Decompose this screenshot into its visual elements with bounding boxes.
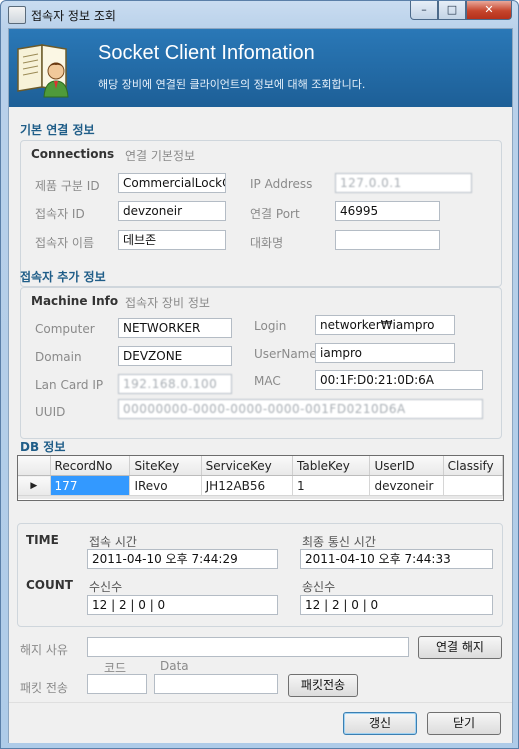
db-grid[interactable]: RecordNo SiteKey ServiceKey TableKey Use…: [17, 455, 504, 501]
port-label: 연결 Port: [250, 207, 300, 221]
table-cell[interactable]: JH12AB56: [201, 475, 294, 496]
column-header[interactable]: UserID: [369, 456, 444, 476]
machine-info-subheading: 접속자 장비 정보: [125, 296, 210, 310]
domain-field[interactable]: DEVZONE: [118, 346, 232, 366]
code-field[interactable]: [87, 674, 147, 694]
user-name-field[interactable]: 데브존: [118, 230, 226, 250]
grid-corner: [18, 456, 51, 476]
header-subtitle: 해당 장비에 연결된 클라이언트의 정보에 대해 조회합니다.: [98, 78, 366, 91]
time-label: TIME: [26, 533, 59, 547]
data-field[interactable]: [154, 674, 278, 694]
uuid-field[interactable]: 00000000-0000-0000-0000-001FD0210D6A: [118, 399, 483, 419]
main-window: 접속자 정보 조회 – □ ✕ Socket Client Infomation…: [0, 0, 519, 749]
nickname-field[interactable]: [335, 230, 440, 250]
user-id-label: 접속자 ID: [35, 207, 85, 221]
connections-group: Connections 연결 기본정보 제품 구분 ID CommercialL…: [20, 140, 502, 287]
header-title: Socket Client Infomation: [98, 42, 315, 64]
last-comm-time-field[interactable]: 2011-04-10 오후 7:44:33: [300, 549, 493, 569]
reason-field[interactable]: [87, 637, 409, 657]
row-selector-icon[interactable]: ▶: [18, 475, 51, 496]
statistics-group: TIME 접속 시간 2011-04-10 오후 7:44:29 최종 통신 시…: [17, 523, 503, 627]
maximize-button[interactable]: □: [438, 1, 466, 20]
column-header[interactable]: RecordNo: [50, 456, 131, 476]
username-label: UserName: [254, 347, 317, 361]
refresh-button[interactable]: 갱신: [343, 712, 417, 735]
nickname-label: 대화명: [250, 236, 284, 250]
count-label: COUNT: [26, 578, 73, 592]
user-book-icon: [17, 44, 69, 98]
header-banner: Socket Client Infomation 해당 장비에 연결된 클라이언…: [9, 29, 512, 107]
machine-info-group: Machine Info 접속자 장비 정보 Computer NETWORKE…: [20, 287, 502, 439]
login-label: Login: [254, 319, 287, 333]
packet-send-label: 패킷 전송: [20, 681, 68, 695]
table-cell[interactable]: [443, 475, 503, 496]
connections-heading: Connections: [31, 147, 115, 161]
recv-count-label: 수신수: [89, 580, 123, 594]
column-header[interactable]: TableKey: [292, 456, 371, 476]
connect-time-field[interactable]: 2011-04-10 오후 7:44:29: [87, 549, 278, 569]
window-title: 접속자 정보 조회: [31, 9, 116, 23]
table-cell[interactable]: IRevo: [129, 475, 202, 496]
connections-subheading: 연결 기본정보: [125, 149, 196, 163]
grid-header-row: RecordNo SiteKey ServiceKey TableKey Use…: [18, 456, 503, 476]
minimize-button[interactable]: –: [410, 1, 438, 20]
lan-card-ip-label: Lan Card IP: [35, 378, 104, 392]
mac-label: MAC: [254, 374, 281, 388]
product-id-field[interactable]: CommercialLockClient: [118, 173, 226, 193]
close-window-button[interactable]: ✕: [466, 1, 512, 20]
mac-field[interactable]: 00:1F:D0:21:0D:6A: [315, 370, 483, 390]
user-id-field[interactable]: devzoneir: [118, 201, 226, 221]
computer-label: Computer: [35, 322, 95, 336]
connect-time-label: 접속 시간: [89, 535, 137, 549]
table-cell[interactable]: 1: [292, 475, 371, 496]
user-name-label: 접속자 이름: [35, 236, 95, 250]
db-section-title: DB 정보: [20, 440, 66, 454]
data-label: Data: [160, 659, 189, 673]
send-packet-button[interactable]: 패킷전송: [288, 674, 358, 697]
product-id-label: 제품 구분 ID: [35, 179, 100, 193]
last-comm-time-label: 최종 통신 시간: [302, 535, 376, 549]
ip-address-label: IP Address: [250, 177, 313, 191]
username-field[interactable]: iampro: [315, 343, 455, 363]
horizontal-scrollbar[interactable]: [18, 496, 503, 499]
client-area: Socket Client Infomation 해당 장비에 연결된 클라이언…: [8, 28, 513, 743]
table-row[interactable]: ▶ 177 IRevo JH12AB56 1 devzoneir: [18, 475, 503, 496]
disconnect-button[interactable]: 연결 해지: [418, 636, 502, 659]
send-count-field[interactable]: 12 | 2 | 0 | 0: [300, 595, 493, 615]
extra-section-title: 접속자 추가 정보: [20, 270, 106, 284]
close-button[interactable]: 닫기: [427, 712, 501, 735]
column-header[interactable]: Classify: [443, 456, 503, 476]
machine-info-heading: Machine Info: [31, 294, 119, 308]
recv-count-field[interactable]: 12 | 2 | 0 | 0: [87, 595, 278, 615]
port-field[interactable]: 46995: [335, 201, 440, 221]
column-header[interactable]: ServiceKey: [201, 456, 294, 476]
lan-card-ip-field[interactable]: 192.168.0.100: [118, 374, 232, 394]
table-cell[interactable]: devzoneir: [369, 475, 444, 496]
domain-label: Domain: [35, 350, 82, 364]
login-field[interactable]: networker₩iampro: [315, 315, 455, 335]
uuid-label: UUID: [35, 405, 66, 419]
computer-field[interactable]: NETWORKER: [118, 318, 232, 338]
table-cell[interactable]: 177: [50, 475, 131, 496]
app-icon: [8, 6, 26, 24]
column-header[interactable]: SiteKey: [129, 456, 202, 476]
send-count-label: 송신수: [302, 580, 336, 594]
window-controls: – □ ✕: [410, 1, 512, 21]
title-bar[interactable]: 접속자 정보 조회 – □ ✕: [1, 1, 518, 27]
basic-section-title: 기본 연결 정보: [20, 123, 95, 137]
dialog-footer: 갱신 닫기: [9, 702, 512, 743]
reason-label: 해지 사유: [20, 643, 68, 657]
ip-address-field[interactable]: 127.0.0.1: [335, 173, 472, 193]
